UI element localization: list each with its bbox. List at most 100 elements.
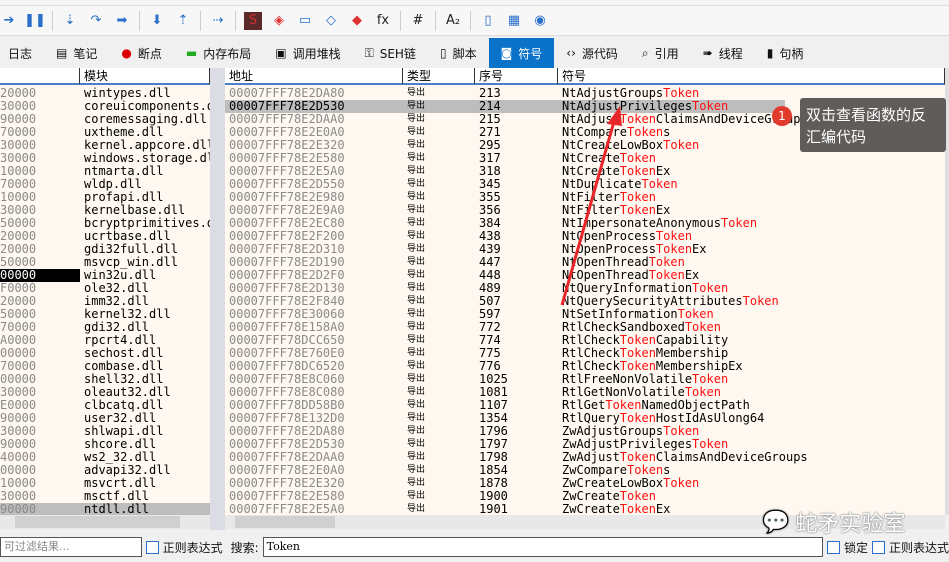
symbol-name[interactable]: NtDuplicateToken xyxy=(562,178,945,191)
bookmark-icon[interactable]: ◆ xyxy=(348,12,366,30)
symbol-name[interactable]: NtCreateTokenEx xyxy=(562,165,945,178)
step-into-icon[interactable]: ⇣ xyxy=(61,12,79,30)
lock-checkbox[interactable] xyxy=(827,540,840,554)
table-row[interactable]: 00007FFF78E2E320 导出 1878 ZwCreateLowBoxToke… xyxy=(225,477,945,490)
patch-icon[interactable]: ◈ xyxy=(270,12,288,30)
table-row[interactable]: 00007FFF78E2E580 导出 1900 ZwCreateToken xyxy=(225,490,945,503)
table-row[interactable]: 10000 msvcrt.dll xyxy=(0,477,210,490)
pause-icon[interactable]: ❚❚ xyxy=(24,12,46,30)
table-row[interactable]: 50000 kernel32.dll xyxy=(0,308,210,321)
symbol-name[interactable]: NtFilterTokenEx xyxy=(562,204,945,217)
table-row[interactable]: 30000 windows.storage.dll xyxy=(0,152,210,165)
table-row[interactable]: 00007FFF78E2D190 导出 447 NtOpenThreadToken xyxy=(225,256,945,269)
symbol-name[interactable]: ZwCompareTokens xyxy=(562,464,945,477)
tab-0[interactable]: 日志 xyxy=(0,38,44,68)
table-row[interactable]: 20000 gdi32full.dll xyxy=(0,243,210,256)
globe-icon[interactable]: ◉ xyxy=(531,12,549,30)
table-row[interactable]: 20000 wintypes.dll xyxy=(0,87,210,100)
table-row[interactable]: 50000 msvcp_win.dll xyxy=(0,256,210,269)
table-row[interactable]: 00007FFF78DCC650 导出 774 RtlCheckTokenCapabi… xyxy=(225,334,945,347)
tab-11[interactable]: ▮ 句柄 xyxy=(755,38,816,68)
symbol-name[interactable]: NtOpenThreadTokenEx xyxy=(562,269,945,282)
tab-3[interactable]: ▬ 内存布局 xyxy=(174,38,263,68)
tab-1[interactable]: ▤ 笔记 xyxy=(44,38,109,68)
table-row[interactable]: 30000 msctf.dll xyxy=(0,490,210,503)
table-row[interactable]: 90000 coremessaging.dll xyxy=(0,113,210,126)
symbol-name[interactable]: NtOpenProcessToken xyxy=(562,230,945,243)
tab-2[interactable]: ● 断点 xyxy=(109,38,174,68)
table-row[interactable]: 50000 bcryptprimitives.dll xyxy=(0,217,210,230)
column-header[interactable]: 地址 xyxy=(225,68,403,85)
regex-checkbox[interactable] xyxy=(145,540,159,554)
table-row[interactable]: 40000 ws2_32.dll xyxy=(0,451,210,464)
table-row[interactable]: 20000 ucrtbase.dll xyxy=(0,230,210,243)
run-icon[interactable]: ➔ xyxy=(0,12,18,30)
table-row[interactable]: 00007FFF78E2D130 导出 489 NtQueryInformationT… xyxy=(225,282,945,295)
tab-6[interactable]: ▯ 脚本 xyxy=(428,38,489,68)
symbol-name[interactable]: NtFilterToken xyxy=(562,191,945,204)
tab-4[interactable]: ▣ 调用堆栈 xyxy=(263,38,352,68)
table-row[interactable]: 00007FFF78E8C060 导出 1025 RtlFreeNonVolatile… xyxy=(225,373,945,386)
table-row[interactable]: 00007FFF78E760E0 导出 775 RtlCheckTokenMember… xyxy=(225,347,945,360)
calculator-icon[interactable]: ▦ xyxy=(505,12,523,30)
symbol-name[interactable]: RtlCheckTokenMembership xyxy=(562,347,945,360)
tab-10[interactable]: ➠ 线程 xyxy=(691,38,755,68)
table-row[interactable]: 00000 win32u.dll xyxy=(0,269,210,282)
table-row[interactable]: 30000 coreuicomponents.dll xyxy=(0,100,210,113)
table-row[interactable]: 00007FFF78E2E9A0 导出 356 NtFilterTokenEx xyxy=(225,204,945,217)
table-row[interactable]: 00007FFF78E2D530 导出 1797 ZwAdjustPrivileges… xyxy=(225,438,945,451)
symbol-name[interactable]: NtSetInformationToken xyxy=(562,308,945,321)
symbol-name[interactable]: ZwCreateLowBoxToken xyxy=(562,477,945,490)
table-row[interactable]: 30000 kernelbase.dll xyxy=(0,204,210,217)
table-row[interactable]: 00007FFF78E2D2F0 导出 448 NtOpenThreadTokenEx xyxy=(225,269,945,282)
symbol-name[interactable]: ZwAdjustTokenClaimsAndDeviceGroups xyxy=(562,451,945,464)
table-row[interactable]: 20000 imm32.dll xyxy=(0,295,210,308)
comment-icon[interactable]: ▭ xyxy=(296,12,314,30)
run-to-user-icon[interactable]: ➡ xyxy=(113,12,131,30)
column-header[interactable]: 序号 xyxy=(475,68,558,85)
search-input[interactable]: Token xyxy=(262,537,824,557)
symbol-name[interactable]: NtQueryInformationToken xyxy=(562,282,945,295)
symbol-regex-checkbox[interactable] xyxy=(872,540,885,554)
table-row[interactable]: 70000 uxtheme.dll xyxy=(0,126,210,139)
table-row[interactable]: 00007FFF78E2EC80 导出 384 NtImpersonateAnonym… xyxy=(225,217,945,230)
table-row[interactable]: A0000 rpcrt4.dll xyxy=(0,334,210,347)
symbol-name[interactable]: RtlFreeNonVolatileToken xyxy=(562,373,945,386)
symbol-name[interactable]: RtlQueryTokenHostIdAsUlong64 xyxy=(562,412,945,425)
table-row[interactable]: 90000 user32.dll xyxy=(0,412,210,425)
table-row[interactable]: 30000 shlwapi.dll xyxy=(0,425,210,438)
table-row[interactable]: 00007FFF78DC6520 导出 776 RtlCheckTokenMember… xyxy=(225,360,945,373)
tab-5[interactable]: ⚿ SEH链 xyxy=(353,38,428,68)
table-row[interactable]: 00007FFF78E30060 导出 597 NtSetInformationTok… xyxy=(225,308,945,321)
symbol-name[interactable]: RtlCheckTokenMembershipEx xyxy=(562,360,945,373)
table-row[interactable]: E0000 clbcatq.dll xyxy=(0,399,210,412)
hash-icon[interactable]: # xyxy=(409,12,427,30)
symbol-name[interactable]: RtlGetNonVolatileToken xyxy=(562,386,945,399)
module-filter-input[interactable]: 可过滤结果... xyxy=(0,537,142,557)
column-header[interactable]: 符号 xyxy=(558,68,945,85)
table-row[interactable]: 00007FFF78E2DA80 导出 1796 ZwAdjustGroupsToke… xyxy=(225,425,945,438)
symbol-name[interactable]: ZwCreateToken xyxy=(562,490,945,503)
table-row[interactable]: 00007FFF78E2D550 导出 345 NtDuplicateToken xyxy=(225,178,945,191)
symbol-name[interactable]: NtOpenThreadToken xyxy=(562,256,945,269)
symbol-name[interactable]: ZwAdjustPrivilegesToken xyxy=(562,438,945,451)
table-row[interactable]: 00000 shell32.dll xyxy=(0,373,210,386)
symbol-name[interactable]: RtlCheckSandboxedToken xyxy=(562,321,945,334)
table-row[interactable]: 10000 ntmarta.dll xyxy=(0,165,210,178)
table-row[interactable]: 30000 kernel.appcore.dll xyxy=(0,139,210,152)
column-header[interactable]: 模块 xyxy=(80,68,210,85)
column-header[interactable]: 类型 xyxy=(403,68,475,85)
step-out-icon[interactable]: ⇡ xyxy=(174,12,192,30)
table-row[interactable]: 00007FFF78E2E0A0 导出 1854 ZwCompareTokens xyxy=(225,464,945,477)
symbol-name[interactable]: NtImpersonateAnonymousToken xyxy=(562,217,945,230)
table-row[interactable]: 00007FFF78E8C080 导出 1081 RtlGetNonVolatileT… xyxy=(225,386,945,399)
function-icon[interactable]: fx xyxy=(374,12,392,30)
symbol-name[interactable]: NtCreateToken xyxy=(562,152,945,165)
step-over-icon[interactable]: ↷ xyxy=(87,12,105,30)
table-row[interactable]: 70000 gdi32.dll xyxy=(0,321,210,334)
table-row[interactable]: 00007FFF78E2D530 导出 214 NtAdjustPrivilegesT… xyxy=(225,100,785,113)
module-hscrollbar[interactable] xyxy=(0,515,210,529)
module-list[interactable]: 模块 20000 wintypes.dll 30000 coreuicomponents… xyxy=(0,68,210,516)
table-row[interactable]: 00007FFF78E2E980 导出 355 NtFilterToken xyxy=(225,191,945,204)
table-row[interactable]: 00007FFF78E2DAA0 导出 1798 ZwAdjustTokenClaim… xyxy=(225,451,945,464)
